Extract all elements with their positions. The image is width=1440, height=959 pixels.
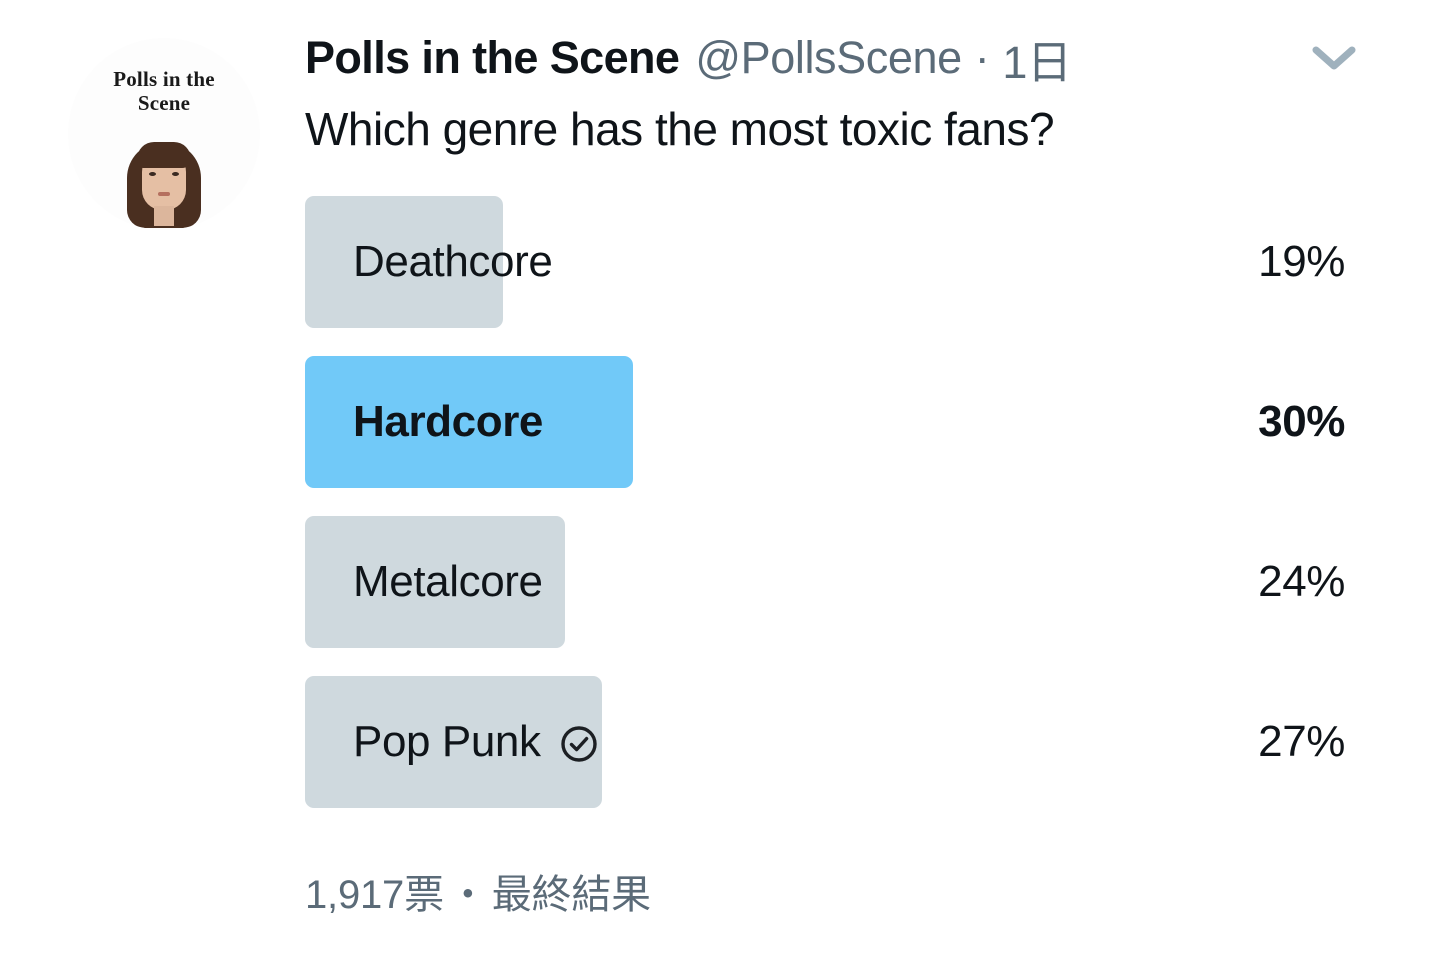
- chevron-down-icon: [1312, 46, 1356, 70]
- header-separator: ·: [974, 32, 990, 83]
- user-handle[interactable]: @PollsScene: [695, 32, 962, 84]
- avatar-image: Polls in the Scene: [68, 38, 260, 230]
- poll-option-label: Hardcore: [353, 397, 543, 446]
- poll-status: 最終結果: [491, 873, 651, 917]
- poll-footer: 1,917票 ・ 最終結果: [305, 862, 651, 920]
- avatar-text-line2: Scene: [137, 90, 191, 115]
- avatar-text-line1: Polls in the: [113, 67, 215, 91]
- display-name[interactable]: Polls in the Scene: [305, 32, 680, 84]
- poll-option-hardcore[interactable]: Hardcore 30%: [305, 356, 1345, 488]
- poll-vote-count: 1,917票: [305, 873, 444, 917]
- poll-option-label: Metalcore: [353, 557, 543, 606]
- poll-option-deathcore[interactable]: Deathcore 19%: [305, 196, 1345, 328]
- avatar-text: Polls in the Scene: [68, 67, 260, 115]
- poll-option-pop-punk[interactable]: Pop Punk 27%: [305, 676, 1345, 808]
- tweet-header: Polls in the Scene @PollsScene · 1日: [305, 26, 1380, 90]
- poll-option-percent: 19%: [1258, 237, 1345, 286]
- check-circle-icon: [559, 724, 599, 764]
- poll-option-percent: 30%: [1258, 397, 1345, 446]
- poll-option-label-group: Hardcore: [353, 356, 543, 488]
- poll-option-metalcore[interactable]: Metalcore 24%: [305, 516, 1345, 648]
- avatar-face-illustration: [127, 140, 201, 228]
- poll-option-label-group: Deathcore: [353, 196, 553, 328]
- more-options-button[interactable]: [1308, 32, 1360, 84]
- tweet-poll-card: Polls in the Scene Polls in the Scene @Po…: [0, 0, 1440, 959]
- poll-option-percent: 27%: [1258, 717, 1345, 766]
- timestamp[interactable]: 1日: [1002, 26, 1072, 91]
- avatar[interactable]: Polls in the Scene: [68, 38, 260, 230]
- poll-option-label: Pop Punk: [353, 717, 541, 766]
- poll-option-percent: 24%: [1258, 557, 1345, 606]
- poll-question: Which genre has the most toxic fans?: [305, 103, 1055, 155]
- poll-footer-separator: ・: [447, 873, 488, 917]
- poll-option-label-group: Pop Punk: [353, 676, 599, 808]
- poll-option-label: Deathcore: [353, 237, 553, 286]
- poll-options-list: Deathcore 19% Hardcore 30% Metalcore 24%…: [305, 196, 1345, 836]
- poll-option-label-group: Metalcore: [353, 516, 543, 648]
